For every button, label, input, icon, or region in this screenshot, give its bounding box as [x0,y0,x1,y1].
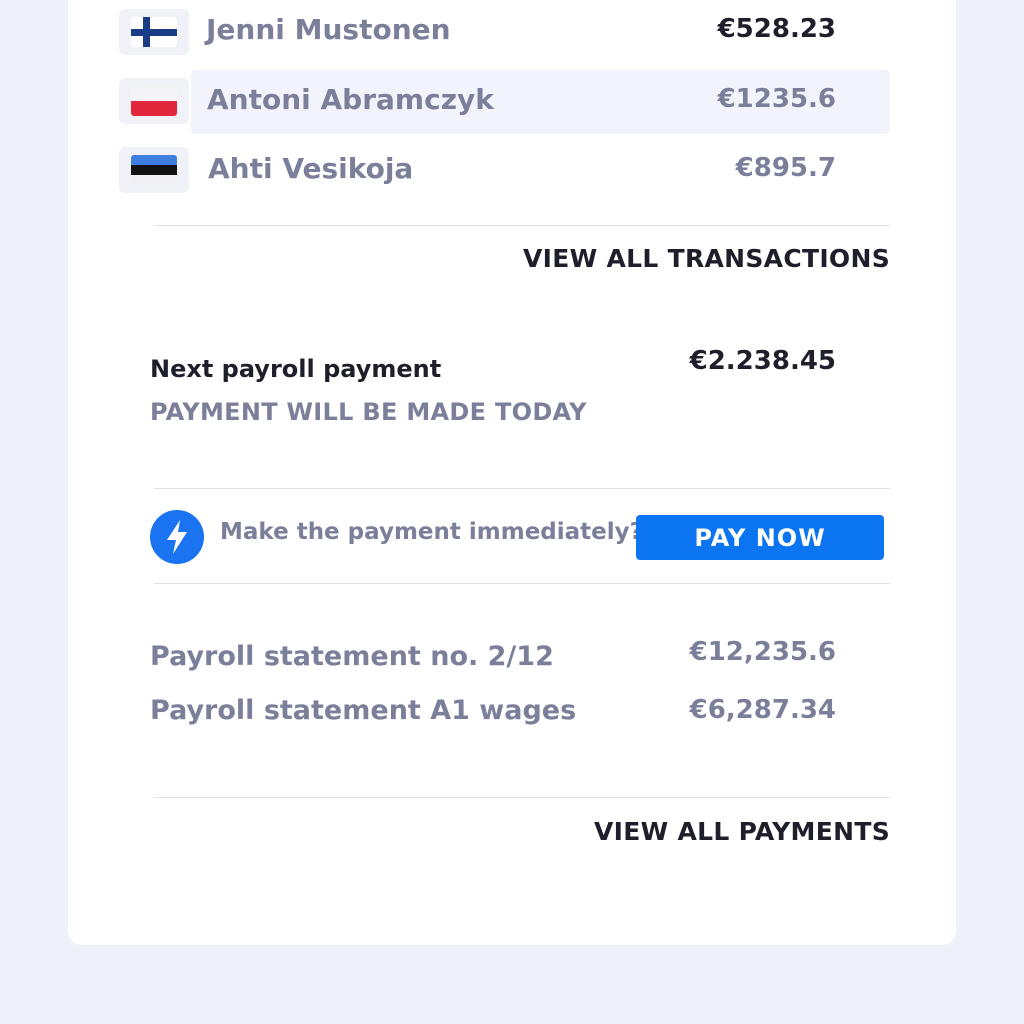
statement-amount: €6,287.34 [689,695,836,725]
divider [154,797,890,798]
pay-now-button[interactable]: PAY NOW [636,515,884,560]
transaction-name[interactable]: Jenni Mustonen [206,13,451,46]
payroll-subtitle: PAYMENT WILL BE MADE TODAY [150,398,587,426]
estonia-flag-icon [131,155,177,185]
poland-flag-icon [131,86,177,116]
view-all-transactions-link[interactable]: VIEW ALL TRANSACTIONS [523,244,890,273]
divider [154,583,890,584]
transaction-name[interactable]: Ahti Vesikoja [208,152,413,185]
finland-flag-icon [131,17,177,47]
transaction-amount: €895.7 [735,153,836,183]
statement-amount: €12,235.6 [689,637,836,667]
payroll-card [68,0,956,945]
flag-container [119,78,189,124]
statement-label[interactable]: Payroll statement no. 2/12 [150,641,554,672]
divider [154,488,890,489]
pay-prompt-question: Make the payment immediately? [220,519,643,545]
transaction-amount: €528.23 [717,14,836,44]
payroll-title: Next payroll payment [150,355,442,383]
payroll-amount: €2.238.45 [689,346,836,376]
divider [154,225,890,226]
lightning-bolt-icon [150,510,204,564]
transaction-amount: €1235.6 [717,84,836,114]
view-all-payments-link[interactable]: VIEW ALL PAYMENTS [594,817,890,846]
transaction-name[interactable]: Antoni Abramczyk [207,83,494,116]
statement-label[interactable]: Payroll statement A1 wages [150,695,576,726]
flag-container [119,147,189,193]
flag-container [119,9,189,55]
